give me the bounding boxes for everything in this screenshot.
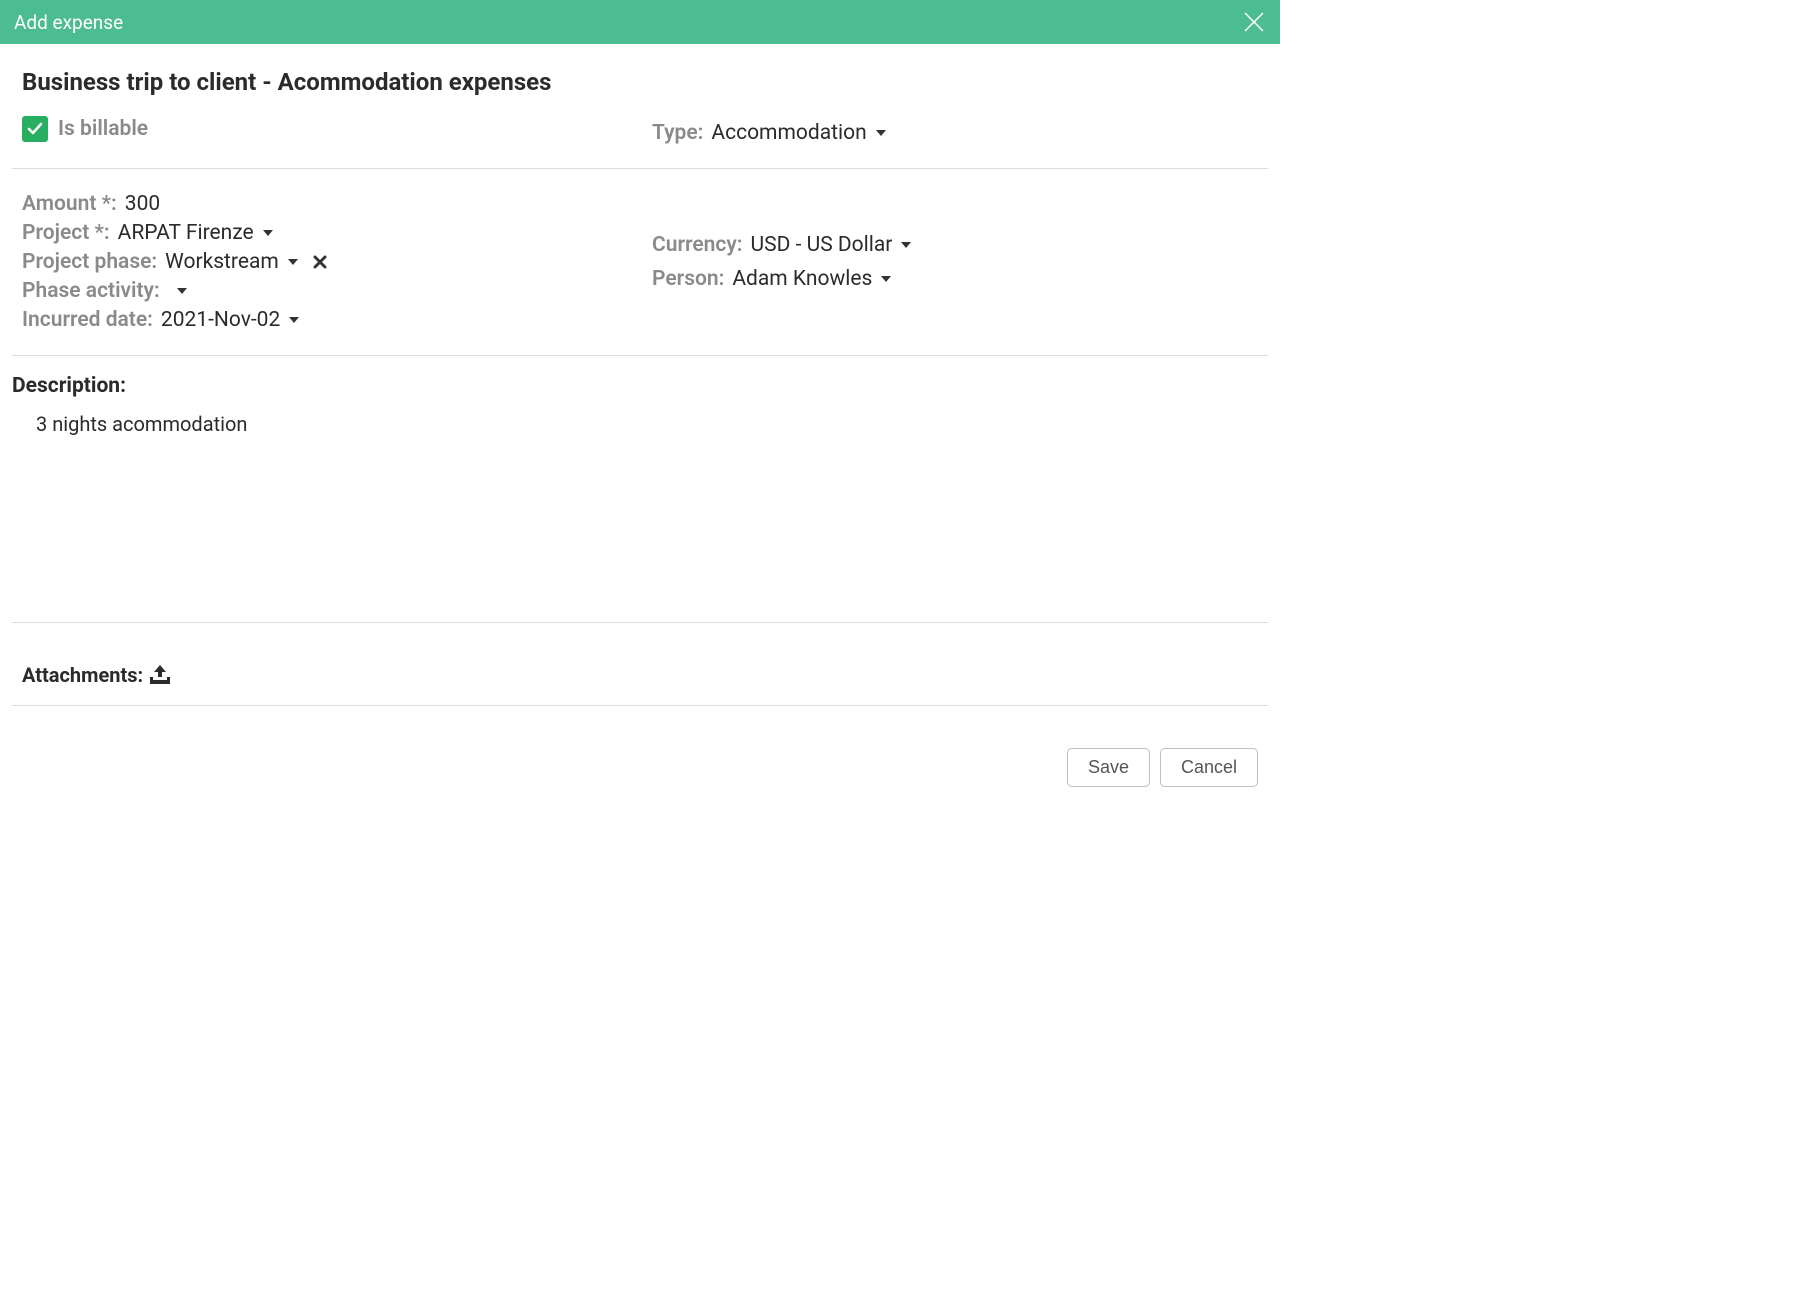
phase-dropdown[interactable] — [287, 258, 299, 266]
project-dropdown[interactable] — [262, 229, 274, 237]
section-divider — [12, 622, 1268, 623]
expense-title: Business trip to client - Acommodation e… — [22, 68, 1258, 96]
person-value[interactable]: Adam Knowles — [732, 267, 872, 291]
upload-button[interactable] — [147, 664, 173, 686]
check-icon — [26, 120, 44, 138]
project-label: Project *: — [22, 221, 110, 245]
person-dropdown[interactable] — [880, 275, 892, 283]
activity-label: Phase activity: — [22, 279, 160, 303]
description-text[interactable]: 3 nights acommodation — [22, 412, 1258, 436]
dialog-title: Add expense — [14, 11, 123, 34]
currency-label: Currency: — [652, 233, 743, 257]
caret-down-icon — [900, 241, 912, 249]
project-value[interactable]: ARPAT Firenze — [118, 221, 254, 245]
caret-down-icon — [875, 129, 887, 137]
currency-value[interactable]: USD - US Dollar — [751, 233, 893, 257]
person-label: Person: — [652, 267, 724, 291]
caret-down-icon — [176, 287, 188, 295]
cancel-button[interactable]: Cancel — [1160, 748, 1258, 787]
is-billable-checkbox[interactable] — [22, 116, 48, 142]
incurred-date-label: Incurred date: — [22, 308, 153, 332]
attachments-label: Attachments: — [22, 663, 143, 687]
description-heading: Description: — [12, 374, 1258, 398]
phase-value[interactable]: Workstream — [165, 250, 279, 274]
section-divider — [12, 355, 1268, 356]
upload-icon — [147, 664, 173, 686]
caret-down-icon — [287, 258, 299, 266]
section-divider — [12, 168, 1268, 169]
close-icon — [1242, 10, 1266, 34]
type-value[interactable]: Accommodation — [711, 121, 866, 145]
save-button[interactable]: Save — [1067, 748, 1150, 787]
activity-dropdown[interactable] — [176, 287, 188, 295]
close-button[interactable] — [1238, 6, 1270, 38]
caret-down-icon — [262, 229, 274, 237]
amount-input[interactable]: 300 — [125, 192, 160, 216]
phase-clear-button[interactable] — [313, 255, 327, 269]
type-label: Type: — [652, 121, 703, 145]
section-divider — [12, 705, 1268, 706]
is-billable-label: Is billable — [58, 117, 148, 141]
type-dropdown[interactable] — [875, 129, 887, 137]
x-icon — [313, 255, 327, 269]
currency-dropdown[interactable] — [900, 241, 912, 249]
incurred-date-value[interactable]: 2021-Nov-02 — [161, 308, 280, 332]
phase-label: Project phase: — [22, 250, 157, 274]
amount-label: Amount *: — [22, 192, 117, 216]
caret-down-icon — [288, 316, 300, 324]
incurred-date-dropdown[interactable] — [288, 316, 300, 324]
dialog-titlebar: Add expense — [0, 0, 1280, 44]
caret-down-icon — [880, 275, 892, 283]
